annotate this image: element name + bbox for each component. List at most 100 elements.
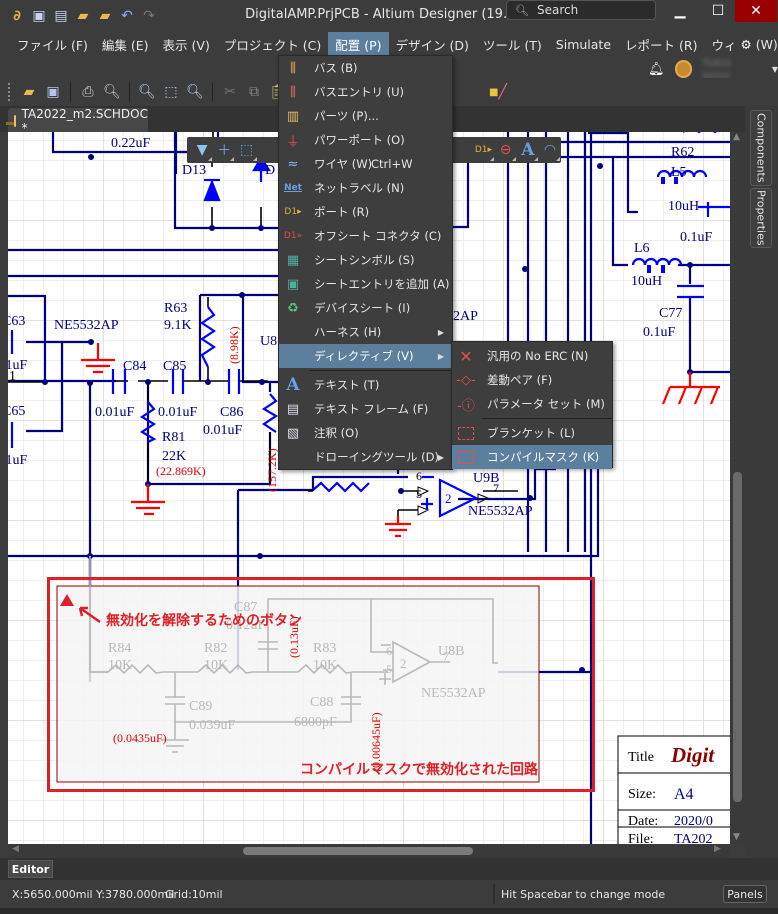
horizontal-scroll-thumb[interactable] bbox=[243, 847, 473, 855]
minimize-button[interactable]: ▁ bbox=[660, 0, 700, 22]
ground-symbol bbox=[131, 484, 165, 516]
save-all-icon[interactable]: ▤ bbox=[50, 7, 72, 25]
sheet-entry-icon: ▣ bbox=[286, 276, 300, 292]
menu-window[interactable]: ウィ ⚙ (W) bbox=[704, 32, 778, 56]
toolbar-separator bbox=[212, 82, 213, 102]
text-tool-icon[interactable]: A bbox=[517, 138, 539, 162]
menu-item-text-frame[interactable]: ▤ テキスト フレーム (F) bbox=[279, 397, 452, 421]
select-area-icon[interactable]: ⬚ bbox=[235, 138, 257, 162]
print-preview-icon[interactable]: 🔍︎ bbox=[101, 81, 123, 103]
menu-item-device-sheet[interactable]: ♻ デバイスシート (I) bbox=[279, 296, 452, 320]
menu-item-wire[interactable]: ≈ ワイヤ (W) Ctrl+W bbox=[279, 152, 452, 176]
toolbar-grip[interactable] bbox=[8, 83, 12, 101]
label-c86-val: 0.01uF bbox=[203, 423, 243, 438]
menu-item-part[interactable]: ▥ パーツ (P)... bbox=[279, 104, 452, 128]
port-tool-icon[interactable]: D1▸ bbox=[472, 138, 494, 162]
menu-item-bus[interactable]: ⫼ バス (B) bbox=[279, 56, 452, 80]
undo-icon[interactable]: ↶ bbox=[116, 7, 138, 25]
menu-item-blanket[interactable]: ブランケット (L) bbox=[452, 421, 612, 445]
menu-item-label: テキスト フレーム (F) bbox=[314, 402, 429, 416]
copy-icon[interactable]: ⧉ bbox=[243, 81, 265, 103]
open-project-icon[interactable]: ▰ bbox=[94, 7, 116, 25]
ground-symbol bbox=[81, 343, 115, 374]
properties-panel-tab[interactable]: Properties bbox=[750, 188, 772, 248]
text-frame-icon: ▤ bbox=[286, 401, 300, 417]
vertical-scrollbar[interactable]: ▲ ▼ bbox=[730, 132, 745, 844]
parameter-set-tool-icon[interactable]: ⊖ bbox=[495, 138, 517, 162]
save-icon[interactable]: ▣ bbox=[42, 81, 64, 103]
zoom-area-icon[interactable]: ⬚ bbox=[160, 81, 182, 103]
move-icon[interactable]: ＋ bbox=[213, 138, 235, 162]
menu-item-label: ワイヤ (W) bbox=[314, 157, 373, 171]
menu-simulate[interactable]: Simulate bbox=[549, 32, 618, 56]
menu-project[interactable]: プロジェクト (C) bbox=[217, 32, 328, 56]
menu-item-diff-pair[interactable]: -◇- 差動ペア (F) bbox=[452, 368, 612, 392]
menu-item-drawing-tools[interactable]: ドローイングツール (D) ▶ bbox=[279, 445, 452, 469]
zoom-selected-icon[interactable]: 🔍︎ bbox=[184, 81, 206, 103]
junction bbox=[597, 163, 603, 169]
menu-item-sheet-entry[interactable]: ▣ シートエントリを追加 (A) bbox=[279, 272, 452, 296]
menu-item-text[interactable]: A テキスト (T) bbox=[279, 373, 452, 397]
cut-icon[interactable]: ✂ bbox=[219, 81, 241, 103]
menu-item-note[interactable]: ▧ 注釈 (O) bbox=[279, 421, 452, 445]
open-icon[interactable]: ▰ bbox=[72, 7, 94, 25]
scroll-left-icon[interactable]: ◀ bbox=[12, 844, 19, 854]
chevron-down-icon[interactable]: ▼ bbox=[772, 65, 778, 74]
label-pin7: 7 bbox=[493, 481, 499, 495]
menu-edit[interactable]: 編集 (E) bbox=[95, 32, 156, 56]
label-157-sim: (157.2K) bbox=[265, 448, 279, 492]
print-icon[interactable]: ⎙ bbox=[77, 81, 99, 103]
menu-item-harness[interactable]: ハーネス (H) ▶ bbox=[279, 320, 452, 344]
open-icon[interactable]: ▰ bbox=[18, 81, 40, 103]
menu-item-bus-entry[interactable]: ⫼ バスエントリ (U) bbox=[279, 80, 452, 104]
maximize-button[interactable]: ☐ bbox=[698, 0, 738, 22]
components-panel-tab[interactable]: Components bbox=[750, 110, 772, 186]
menu-item-label: バスエントリ (U) bbox=[314, 85, 405, 99]
menu-separator bbox=[309, 370, 452, 371]
menu-view[interactable]: 表示 (V) bbox=[156, 32, 217, 56]
menu-item-generic-no-erc[interactable]: ✕ 汎用の No ERC (N) bbox=[452, 344, 612, 368]
menu-item-parameter-set[interactable]: -ⓘ パラメータ セット (M) bbox=[452, 392, 612, 416]
menu-reports[interactable]: レポート (R) bbox=[618, 32, 704, 56]
zoom-fit-icon[interactable]: 🔍︎ bbox=[136, 81, 158, 103]
avatar[interactable] bbox=[674, 60, 693, 78]
tab-schematic-document[interactable]: TA2022_m2.SCHDOC * bbox=[7, 107, 148, 135]
sheet-symbol-icon: ▦ bbox=[286, 252, 300, 268]
filter-icon[interactable]: ▼ bbox=[191, 138, 213, 162]
label-pin6: 6 bbox=[416, 469, 422, 483]
scroll-down-icon[interactable]: ▼ bbox=[733, 832, 740, 842]
vertical-scroll-thumb[interactable] bbox=[733, 472, 742, 802]
menu-item-compile-mask[interactable]: コンパイルマスク (K) bbox=[452, 445, 612, 469]
menu-bar: ファイル (F) 編集 (E) 表示 (V) プロジェクト (C) 配置 (P)… bbox=[0, 32, 778, 56]
menu-place[interactable]: 配置 (P) bbox=[328, 32, 389, 56]
app-logo-icon[interactable]: ∂ bbox=[6, 7, 28, 25]
menu-item-directives[interactable]: ディレクティブ (V) ▶ bbox=[279, 344, 452, 368]
menu-item-power-port[interactable]: ⏚ パワーポート (O) bbox=[279, 128, 452, 152]
submenu-arrow-icon: ▶ bbox=[437, 452, 444, 462]
horizontal-scrollbar[interactable]: ◀ ▶ bbox=[8, 844, 730, 858]
menu-design[interactable]: デザイン (D) bbox=[389, 32, 476, 56]
title-bar: ∂ ▣ ▤ ▰ ▰ ↶ ↷ DigitalAMP.PrjPCB - Altium… bbox=[0, 0, 778, 30]
panels-button[interactable]: Panels bbox=[723, 885, 767, 903]
scroll-right-icon[interactable]: ▶ bbox=[714, 844, 721, 854]
menu-item-label: ハーネス (H) bbox=[314, 325, 382, 339]
menu-item-port[interactable]: D1▸ ポート (R) bbox=[279, 200, 452, 224]
scroll-up-icon[interactable]: ▲ bbox=[733, 132, 740, 142]
editor-tab[interactable]: Editor bbox=[8, 860, 53, 878]
notification-bell-icon[interactable]: 🔔︎ bbox=[648, 62, 665, 77]
gear-icon[interactable]: ⚙ bbox=[740, 37, 751, 52]
menu-item-label: コンパイルマスク (K) bbox=[487, 450, 600, 464]
arc-tool-icon[interactable]: ◠ bbox=[539, 138, 561, 162]
resistor-feedback bbox=[312, 481, 370, 493]
redo-icon[interactable]: ↷ bbox=[138, 7, 160, 25]
save-icon[interactable]: ▣ bbox=[28, 7, 50, 25]
net-color-icon[interactable]: ■ ╱ bbox=[487, 81, 509, 103]
menu-item-off-sheet-connector[interactable]: D1» オフシート コネクタ (C) bbox=[279, 224, 452, 248]
menu-item-net-label[interactable]: Net ネットラベル (N) bbox=[279, 176, 452, 200]
menu-file[interactable]: ファイル (F) bbox=[10, 32, 95, 56]
bus-icon: ⫼ bbox=[290, 60, 296, 76]
search-input[interactable]: 🔍︎ Search bbox=[506, 0, 656, 20]
menu-item-sheet-symbol[interactable]: ▦ シートシンボル (S) bbox=[279, 248, 452, 272]
menu-tools[interactable]: ツール (T) bbox=[476, 32, 549, 56]
close-button[interactable]: ✕ bbox=[735, 0, 777, 22]
